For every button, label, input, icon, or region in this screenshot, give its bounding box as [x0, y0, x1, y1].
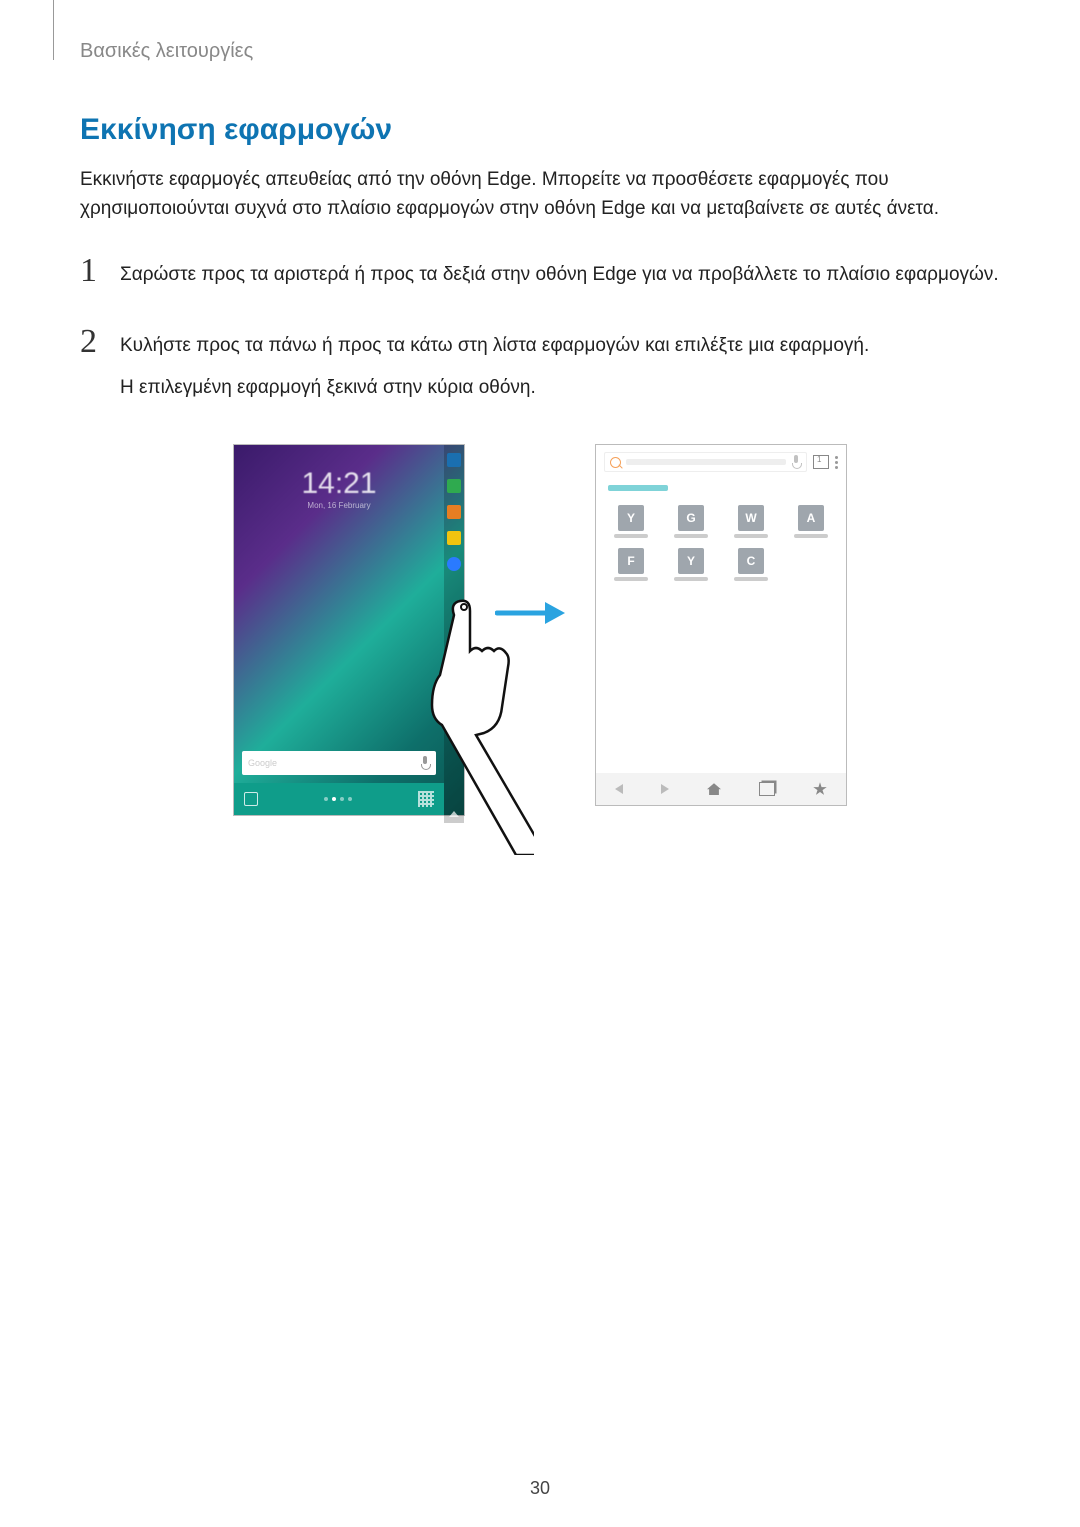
intro-paragraph: Εκκινήστε εφαρμογές απευθείας από την οθ…: [80, 165, 1000, 224]
chapter-title: Βασικές λειτουργίες: [80, 40, 1000, 63]
edge-internet-icon: [447, 557, 461, 571]
quick-access-label: [608, 485, 668, 491]
clock-date: Mon, 16 February: [234, 501, 444, 510]
homescreen-figure: 14:21 Mon, 16 February Google: [233, 444, 465, 816]
browser-bottom-bar: [596, 773, 846, 805]
edge-mail-icon: [447, 531, 461, 545]
step-2: 2 Κυλήστε προς τα πάνω ή προς τα κάτω στ…: [80, 325, 1000, 414]
dock: [234, 783, 444, 815]
browser-figure: Y G W A F Y C: [595, 444, 847, 806]
edge-favorites-icon: [447, 453, 461, 467]
step-subtext: Η επιλεγμένη εφαρμογή ξεκινά στην κύρια …: [120, 373, 869, 402]
browser-toolbar: [604, 451, 838, 473]
edge-contacts-icon: [447, 505, 461, 519]
search-icon: [610, 457, 621, 468]
pager-dots: [324, 797, 352, 801]
more-icon: [835, 456, 838, 469]
url-bar: [604, 452, 807, 472]
windows-icon: [759, 782, 775, 796]
google-search-bar: Google: [242, 751, 436, 775]
illustration: 14:21 Mon, 16 February Google: [80, 444, 1000, 816]
quick-access-tile: G: [668, 505, 714, 538]
step-1: 1 Σαρώστε προς τα αριστερά ή προς τα δεξ…: [80, 254, 1000, 301]
quick-access-tile: Y: [668, 548, 714, 581]
hand-pointer-illustration: [414, 595, 534, 855]
bookmark-icon: [813, 782, 827, 796]
section-heading: Εκκίνηση εφαρμογών: [80, 113, 1000, 147]
mic-icon: [791, 455, 801, 469]
page: Βασικές λειτουργίες Εκκίνηση εφαρμογών Ε…: [0, 0, 1080, 1527]
clock-time: 14:21: [234, 467, 444, 501]
forward-icon: [661, 784, 669, 794]
url-placeholder: [626, 459, 786, 465]
quick-access-tile: W: [728, 505, 774, 538]
tabs-icon: [813, 455, 829, 469]
page-number: 30: [0, 1478, 1080, 1499]
step-text: Κυλήστε προς τα πάνω ή προς τα κάτω στη …: [120, 331, 869, 360]
clock-widget: 14:21 Mon, 16 February: [234, 467, 444, 510]
back-icon: [615, 784, 623, 794]
search-brand: Google: [248, 758, 277, 768]
step-number: 2: [80, 325, 120, 359]
quick-access-tile: F: [608, 548, 654, 581]
quick-access-tile: C: [728, 548, 774, 581]
edge-phone-icon: [447, 479, 461, 493]
step-text: Σαρώστε προς τα αριστερά ή προς τα δεξιά…: [120, 260, 999, 289]
quick-access-grid: Y G W A F Y C: [608, 505, 834, 581]
home-icon: [707, 783, 721, 795]
quick-access-tile: A: [788, 505, 834, 538]
step-number: 1: [80, 254, 120, 288]
quick-access-tile: Y: [608, 505, 654, 538]
phone-icon: [244, 792, 258, 806]
